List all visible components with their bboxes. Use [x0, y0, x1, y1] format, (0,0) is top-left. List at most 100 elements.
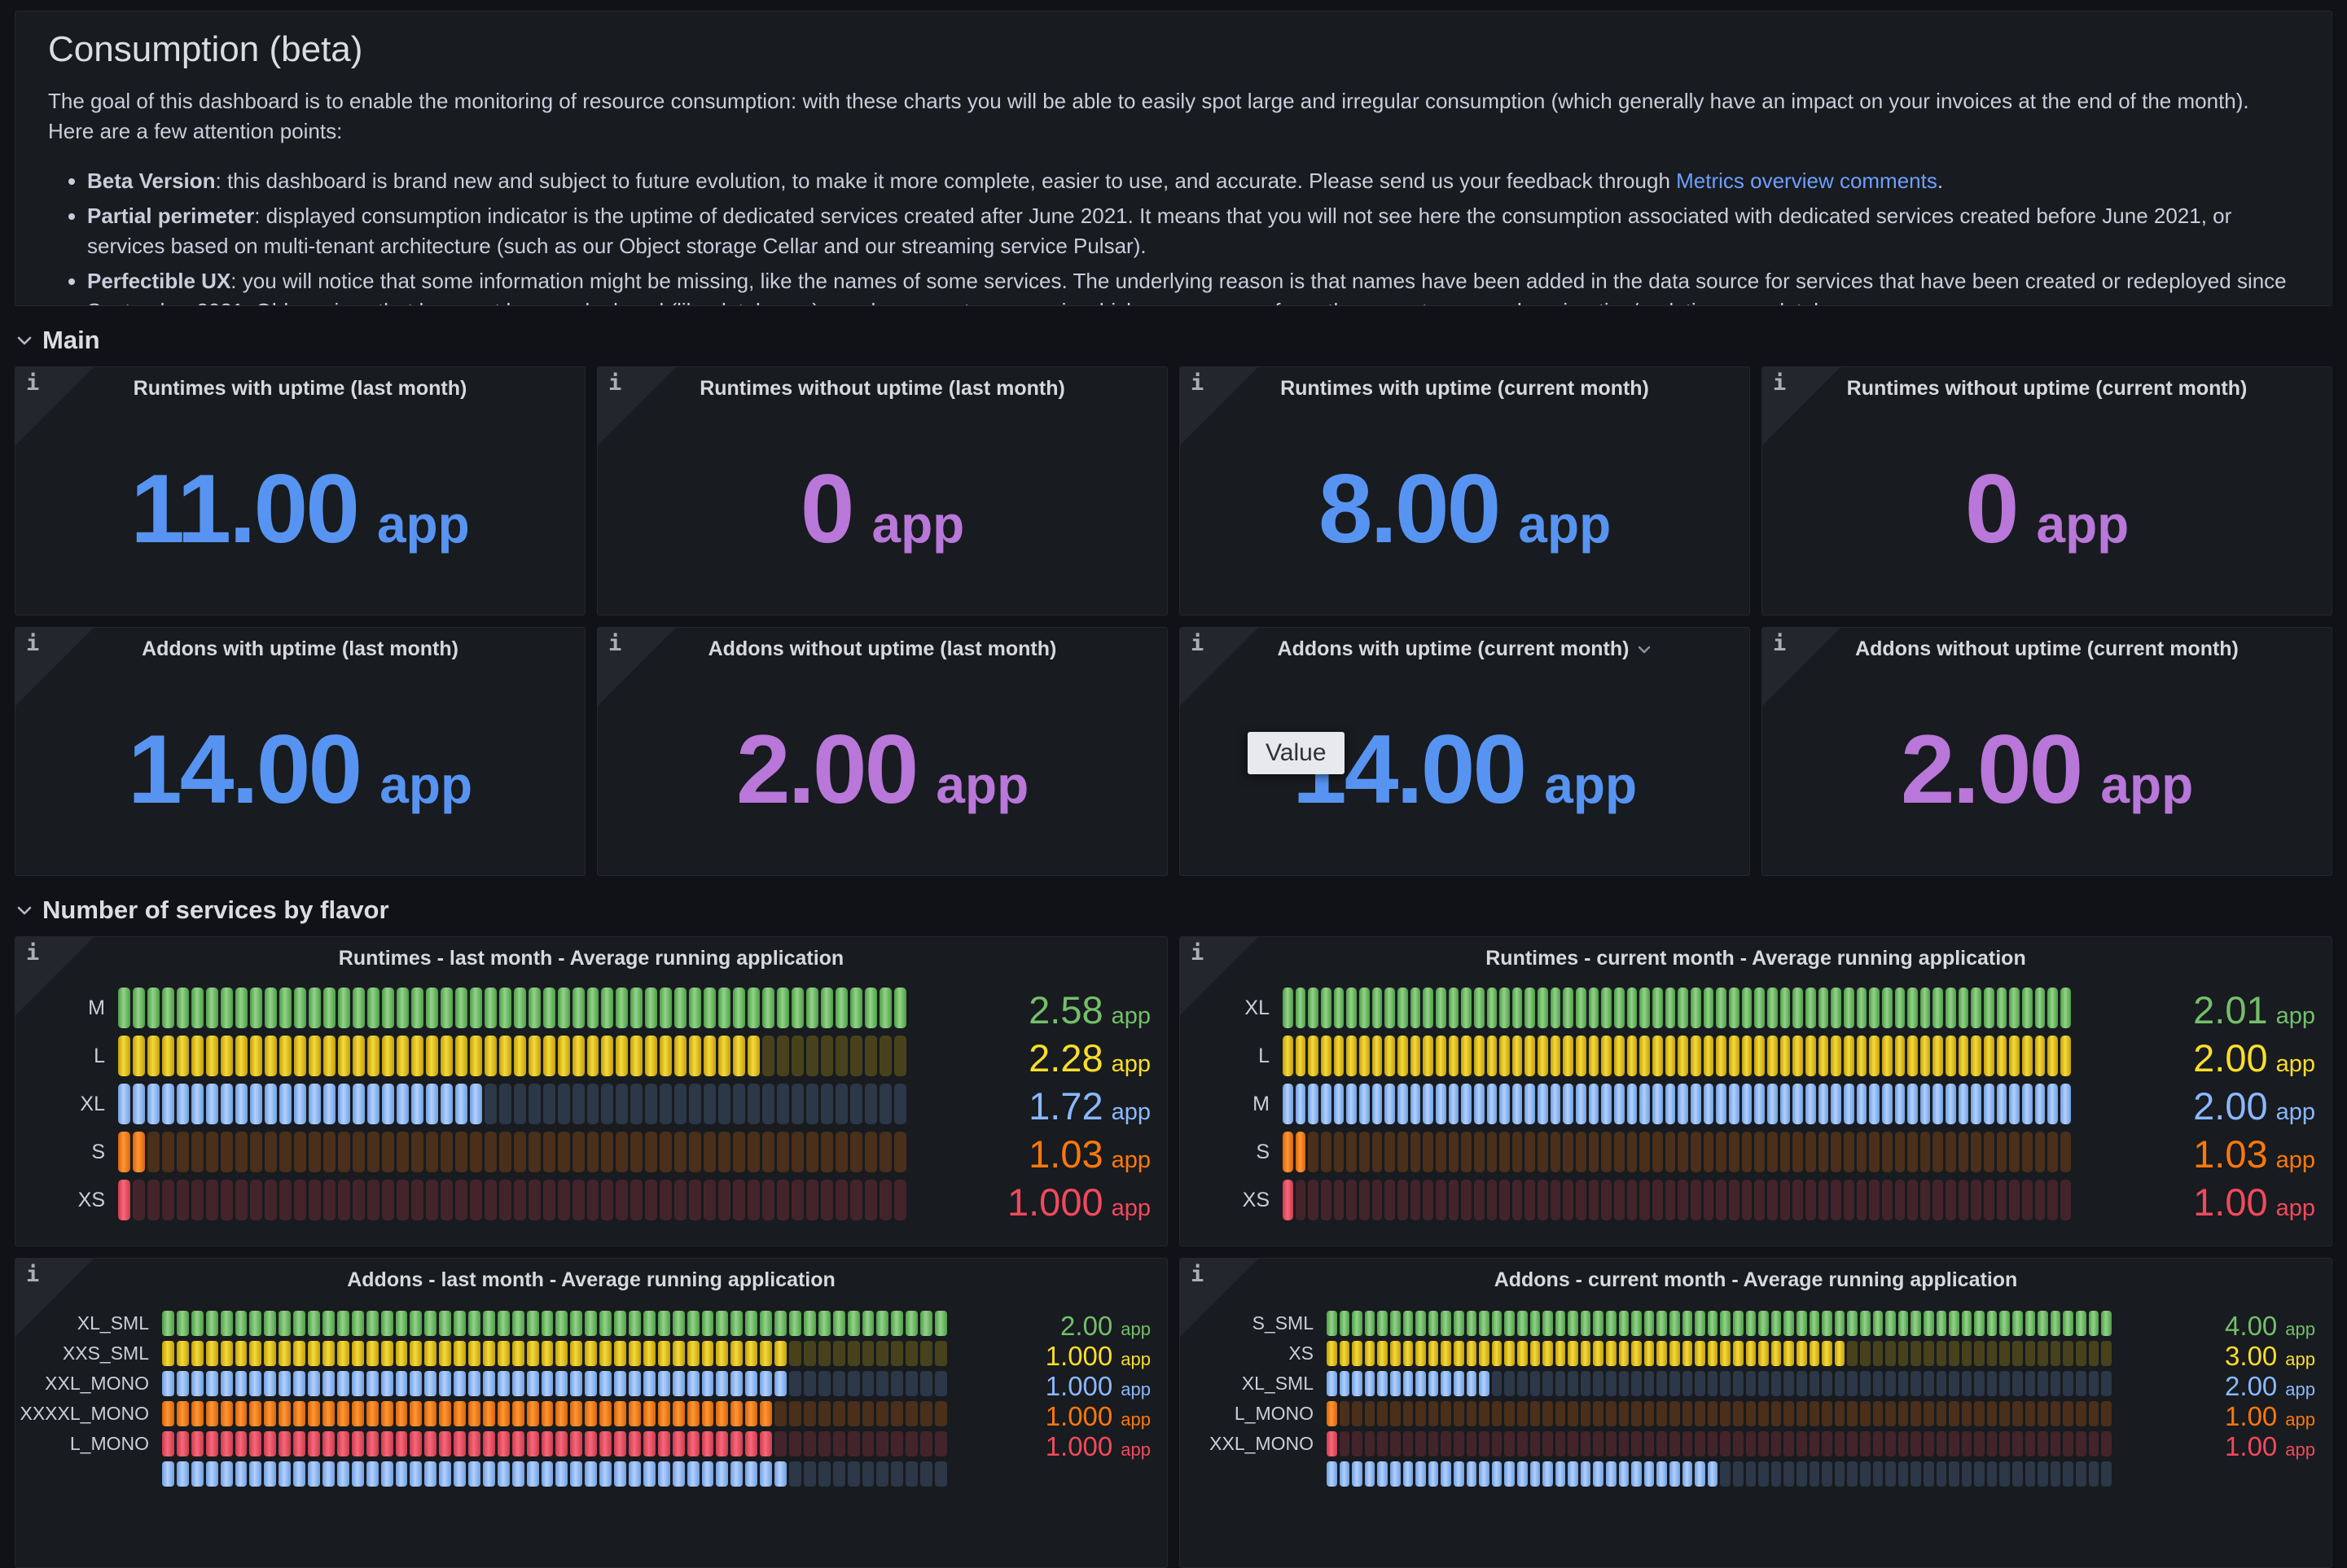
- page-title: Consumption (beta): [48, 29, 2299, 70]
- gauge-row-value: 2.58app: [906, 988, 1151, 1028]
- gauge-row-value: 2.00app: [2112, 1371, 2315, 1396]
- gauge-row-label: XXXXL_MONO: [27, 1401, 162, 1426]
- panel-title[interactable]: Runtimes without uptime (last month): [647, 377, 1118, 401]
- info-icon: i: [1191, 940, 1204, 966]
- led-bar: [118, 1084, 906, 1124]
- stat-value: 11.00app: [15, 403, 585, 615]
- gauge-row-value: 1.00app: [2112, 1431, 2315, 1456]
- gauge-row-value: [2112, 1461, 2315, 1487]
- led-bar: [1283, 1132, 2071, 1172]
- gauge-row-label: L: [1191, 1036, 1283, 1076]
- info-icon: i: [26, 1262, 39, 1287]
- main-stats-grid: iRuntimes with uptime (last month)11.00a…: [15, 366, 2332, 876]
- led-bar: [1283, 988, 2071, 1028]
- gauge-row-label: XS: [27, 1180, 118, 1220]
- section-header-flavor[interactable]: Number of services by flavor: [15, 876, 2332, 936]
- metrics-overview-link[interactable]: Metrics overview comments: [1676, 169, 1937, 193]
- bullet-lead: Perfectible UX: [87, 269, 230, 293]
- gauge-row-value: 4.00app: [2112, 1311, 2315, 1336]
- panel-title[interactable]: Addons with uptime (current month): [1229, 637, 1700, 661]
- panel-title[interactable]: Addons with uptime (last month): [64, 637, 536, 661]
- panel-title[interactable]: Addons without uptime (current month): [1811, 637, 2283, 661]
- gauge-row-value: 1.03app: [2071, 1132, 2315, 1172]
- gauge-row-label: M: [1191, 1084, 1283, 1124]
- gauge-row-value: 1.000app: [947, 1341, 1151, 1366]
- gauge-row-value: 2.00app: [947, 1311, 1151, 1336]
- stat-value: 0app: [1762, 403, 2332, 615]
- led-bar: [1283, 1084, 2071, 1124]
- gauge-row-label: XXL_MONO: [1191, 1431, 1327, 1456]
- led-bar: [118, 1180, 906, 1220]
- grafana-dashboard: Consumption (beta) The goal of this dash…: [0, 0, 2347, 1568]
- stat-unit: app: [1518, 498, 1611, 550]
- stat-panel: iRuntimes without uptime (last month)0ap…: [597, 366, 1168, 615]
- panel-title[interactable]: Runtimes with uptime (last month): [64, 377, 536, 401]
- led-bar: [162, 1311, 947, 1336]
- gauge-row-partial: [27, 1461, 1151, 1487]
- gauge-row-value: 2.00app: [2071, 1084, 2315, 1124]
- gauge-row-label: XL_SML: [1191, 1371, 1327, 1396]
- gauge-rows: XL2.01appL2.00appM2.00appS1.03appXS1.00a…: [1191, 988, 2315, 1220]
- info-icon: i: [26, 370, 39, 396]
- info-icon: i: [1191, 370, 1204, 396]
- gauge-row-value: 2.00app: [2071, 1036, 2315, 1076]
- gauge-row: S 1.03app: [1191, 1132, 2315, 1172]
- info-icon: i: [26, 631, 39, 656]
- gauge-row-value: 1.72app: [906, 1084, 1151, 1124]
- gauge-row: XL2.01app: [1191, 988, 2315, 1028]
- gauge-row: XS1.000app: [27, 1180, 1151, 1220]
- panel-title[interactable]: Runtimes - last month - Average running …: [64, 947, 1118, 970]
- led-bar: [1283, 1180, 2071, 1220]
- chevron-down-icon: [1637, 640, 1652, 659]
- gauge-row: L 2.00app: [1191, 1036, 2315, 1076]
- stat-number: 11.00: [130, 460, 358, 558]
- panel-title[interactable]: Addons - last month - Average running ap…: [64, 1268, 1118, 1292]
- led-bar: [118, 988, 906, 1028]
- led-bar: [162, 1401, 947, 1426]
- intro-bullet-list: Beta Version: this dashboard is brand ne…: [59, 166, 2299, 306]
- section-header-main[interactable]: Main: [15, 306, 2332, 366]
- gauge-row-value: [947, 1461, 1151, 1487]
- gauge-row-label: M: [27, 988, 118, 1028]
- gauge-row-label: S: [1191, 1132, 1283, 1172]
- stat-value: 14.00app: [15, 664, 585, 875]
- panel-title[interactable]: Runtimes with uptime (current month): [1229, 377, 1700, 401]
- gauge-row-label: XXL_MONO: [27, 1371, 162, 1396]
- stat-value: 8.00app: [1180, 403, 1749, 615]
- panel-title[interactable]: Runtimes - current month - Average runni…: [1229, 947, 2283, 970]
- panel-title[interactable]: Addons without uptime (last month): [647, 637, 1118, 661]
- stat-unit: app: [1544, 759, 1637, 811]
- gauge-row: XXXXL_MONO1.000app: [27, 1401, 1151, 1426]
- gauge-row-label: XL_SML: [27, 1311, 162, 1336]
- bullet-lead: Partial perimeter: [87, 204, 254, 228]
- intro-bullet: Partial perimeter: displayed consumption…: [87, 201, 2299, 261]
- bar-gauge-panel: i Addons - last month - Average running a…: [15, 1258, 1168, 1568]
- panel-title[interactable]: Runtimes without uptime (current month): [1811, 377, 2283, 401]
- intro-bullet: Beta Version: this dashboard is brand ne…: [87, 166, 2299, 196]
- led-bar: [162, 1341, 947, 1366]
- gauge-row: S_SML4.00app: [1191, 1311, 2315, 1336]
- gauge-row-label: [27, 1461, 162, 1487]
- led-bar: [118, 1036, 906, 1076]
- gauge-row: XL_SML 2.00app: [1191, 1371, 2315, 1396]
- chevron-down-icon: [16, 335, 33, 346]
- gauge-row-value: 1.000app: [947, 1371, 1151, 1396]
- gauge-row-value: 1.00app: [2112, 1401, 2315, 1426]
- panel-title[interactable]: Addons - current month - Average running…: [1229, 1268, 2283, 1292]
- led-bar: [118, 1132, 906, 1172]
- stat-panel: iAddons without uptime (last month)2.00a…: [597, 627, 1168, 876]
- intro-bullet: Perfectible UX: you will notice that som…: [87, 266, 2299, 306]
- gauge-row: XXS_SML1.000app: [27, 1341, 1151, 1366]
- gauge-row: XXL_MONO 1.000app: [27, 1371, 1151, 1396]
- info-icon: i: [26, 940, 39, 966]
- gauge-row-value: 1.03app: [906, 1132, 1151, 1172]
- led-bar: [1327, 1431, 2112, 1456]
- stat-panel: iAddons without uptime (current month)2.…: [1761, 627, 2332, 876]
- stat-panel: i Runtimes with uptime (last month)11.00a…: [15, 366, 586, 615]
- gauge-row: XL1.72app: [27, 1084, 1151, 1124]
- gauge-row: L2.28app: [27, 1036, 1151, 1076]
- intro-text-panel: Consumption (beta) The goal of this dash…: [15, 11, 2332, 306]
- gauge-rows: XL_SML 2.00app XXS_SML1.000app XXL_MONO 1.00…: [27, 1311, 1151, 1487]
- stat-value: 2.00app: [1762, 664, 2332, 875]
- gauge-row: L_MONO1.00app: [1191, 1401, 2315, 1426]
